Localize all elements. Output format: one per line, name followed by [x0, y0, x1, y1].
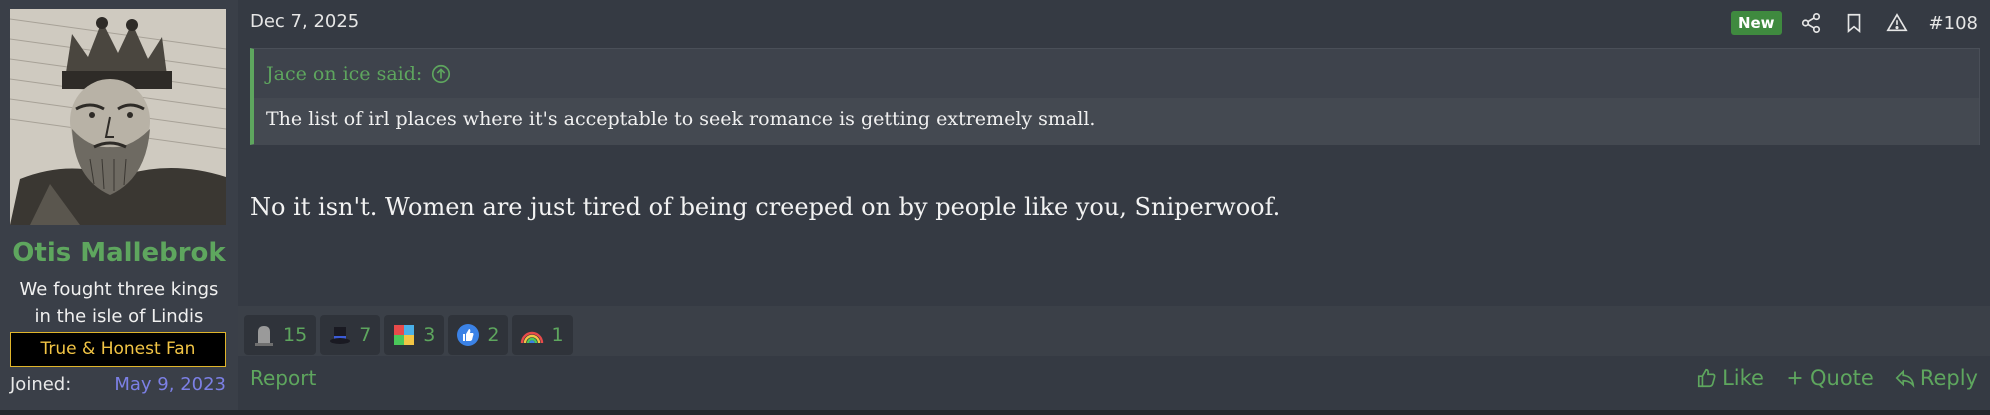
king-portrait-icon [10, 9, 226, 225]
quote-text: The list of irl places where it's accept… [254, 98, 1979, 145]
post-date[interactable]: Dec 7, 2025 [250, 11, 359, 32]
reaction-rainbow[interactable]: 1 [512, 315, 573, 355]
reaction-count: 7 [359, 324, 372, 346]
plus-icon [1788, 371, 1802, 385]
reaction-count: 15 [283, 324, 308, 346]
post-footer: Report Like Quote Reply [238, 356, 1990, 410]
arrow-up-circle-icon[interactable] [430, 63, 452, 85]
post-message: No it isn't. Women are just tired of bei… [250, 193, 1281, 221]
top-hat-icon [328, 323, 352, 347]
user-sidebar: Otis Mallebrok We fought three kings in … [0, 0, 238, 410]
user-title-line: We fought three kings [19, 279, 219, 300]
puzzle-pieces-icon [392, 323, 416, 347]
quote-block: Jace on ice said: The list of irl places… [250, 48, 1980, 145]
rainbow-icon [520, 323, 544, 347]
avatar[interactable] [10, 9, 226, 225]
post-actions: Like Quote Reply [1696, 366, 1978, 390]
post-number[interactable]: #108 [1929, 13, 1978, 34]
share-icon[interactable] [1800, 12, 1822, 34]
report-link[interactable]: Report [250, 366, 316, 390]
reaction-count: 1 [551, 324, 564, 346]
post-main: Dec 7, 2025 New #108 Jace on ice said: T… [238, 0, 1990, 410]
quote-author[interactable]: Jace on ice said: [266, 63, 422, 85]
quote-header[interactable]: Jace on ice said: [266, 61, 452, 87]
bookmark-icon[interactable] [1843, 12, 1865, 34]
reactions-bar: 15 7 3 2 1 [238, 306, 1990, 356]
joined-date: May 9, 2023 [114, 374, 226, 395]
username[interactable]: Otis Mallebrok [0, 238, 238, 268]
reply-label: Reply [1919, 366, 1978, 390]
user-title-line: in the isle of Lindis [34, 306, 204, 327]
like-label: Like [1722, 366, 1764, 390]
reply-button[interactable]: Reply [1894, 366, 1978, 390]
post-divider [0, 410, 1990, 415]
quote-label: Quote [1809, 366, 1874, 390]
reaction-count: 2 [487, 324, 500, 346]
reaction-top-hat[interactable]: 7 [320, 315, 381, 355]
reaction-tombstone[interactable]: 15 [244, 315, 317, 355]
user-title: We fought three kings in the isle of Lin… [0, 276, 238, 330]
quote-button[interactable]: Quote [1784, 366, 1874, 390]
reaction-count: 3 [423, 324, 436, 346]
reply-arrow-icon [1895, 369, 1915, 389]
new-badge: New [1730, 11, 1782, 35]
reaction-list: 15 7 3 2 1 [244, 315, 573, 355]
tombstone-icon [252, 323, 276, 347]
post-header-actions: New #108 [1730, 10, 1978, 36]
reaction-thumbs-up[interactable]: 2 [448, 315, 509, 355]
thumbs-up-outline-icon [1698, 368, 1716, 388]
forum-post: Otis Mallebrok We fought three kings in … [0, 0, 1990, 410]
reaction-puzzle[interactable]: 3 [384, 315, 445, 355]
thumbs-up-icon [456, 323, 480, 347]
report-warning-icon[interactable] [1885, 12, 1908, 34]
joined-label: Joined: [10, 374, 72, 395]
like-button[interactable]: Like [1696, 366, 1764, 390]
user-banner: True & Honest Fan [10, 332, 226, 367]
